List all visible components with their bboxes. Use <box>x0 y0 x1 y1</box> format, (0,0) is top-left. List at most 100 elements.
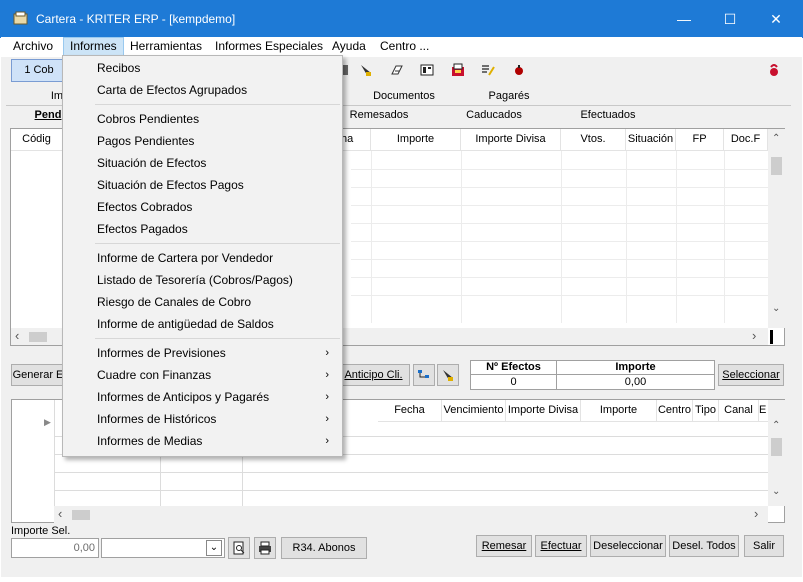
tab-pendientes[interactable]: Pend <box>31 107 65 124</box>
totals-panel: Nº Efectos Importe 0 0,00 <box>470 360 715 390</box>
menu-item-recibos[interactable]: Recibos <box>65 57 341 79</box>
menu-centro[interactable]: Centro ... <box>374 37 435 56</box>
scroll-thumb[interactable] <box>771 157 782 175</box>
scroll-thumb[interactable] <box>771 438 782 456</box>
column-header[interactable]: Situación <box>626 129 676 151</box>
tab-pagares[interactable]: Pagarés <box>479 88 539 105</box>
menu-item-antiguedad-saldos[interactable]: Informe de antigüedad de Saldos <box>65 313 341 335</box>
tool-icon-4[interactable] <box>420 63 434 77</box>
splitter-mark <box>770 330 773 344</box>
tool-icon-7[interactable] <box>512 63 526 77</box>
r34-abonos-button[interactable]: R34. Abonos <box>281 537 367 559</box>
tool-icon-5[interactable] <box>451 63 465 77</box>
column-header[interactable]: ha <box>341 129 371 151</box>
menu-item-efectos-pagados[interactable]: Efectos Pagados <box>65 218 341 240</box>
tool-icon-3[interactable] <box>390 63 404 77</box>
anticipo-cli-button[interactable]: Anticipo Cli. <box>337 364 410 386</box>
grid-line <box>561 151 562 323</box>
column-header[interactable]: Importe <box>371 129 461 151</box>
column-header[interactable]: Canal <box>719 400 759 422</box>
column-header[interactable]: Vencimiento <box>442 400 506 422</box>
scroll-thumb[interactable] <box>29 332 47 342</box>
row-indicator-icon: ▶ <box>44 417 51 427</box>
menu-item-riesgo-canales[interactable]: Riesgo de Canales de Cobro <box>65 291 341 313</box>
column-header[interactable]: Centro <box>657 400 693 422</box>
menu-item-cobros-pendientes[interactable]: Cobros Pendientes <box>65 108 341 130</box>
tab-remesados[interactable]: Remesados <box>349 107 409 124</box>
deseleccionar-button[interactable]: Deseleccionar <box>590 535 666 557</box>
salir-button[interactable]: Salir <box>744 535 784 557</box>
efectuar-button[interactable]: Efectuar <box>535 535 587 557</box>
menu-item-historicos[interactable]: Informes de Históricos › <box>65 408 341 430</box>
menu-item-listado-tesoreria[interactable]: Listado de Tesorería (Cobros/Pagos) <box>65 269 341 291</box>
print-button[interactable] <box>254 537 276 559</box>
importe-header: Importe <box>557 361 714 375</box>
scroll-left-icon[interactable]: ‹ <box>58 506 62 521</box>
menu-informes[interactable]: Informes <box>63 37 124 56</box>
pencil-icon-button[interactable] <box>437 364 459 386</box>
desel-todos-button[interactable]: Desel. Todos <box>669 535 739 557</box>
preview-button[interactable] <box>228 537 250 559</box>
cobros-toolbar-button[interactable]: 1 Cob <box>11 59 67 82</box>
tree-icon-button[interactable] <box>413 364 435 386</box>
minimize-button[interactable]: — <box>661 6 707 32</box>
column-header[interactable]: Tipo <box>693 400 719 422</box>
grid-line <box>351 223 768 224</box>
generar-button[interactable]: Generar E <box>11 364 65 386</box>
menu-item-efectos-cobrados[interactable]: Efectos Cobrados <box>65 196 341 218</box>
menu-item-previsiones[interactable]: Informes de Previsiones › <box>65 342 341 364</box>
help-icon[interactable] <box>767 63 781 77</box>
menu-item-carta-efectos[interactable]: Carta de Efectos Agrupados <box>65 79 341 101</box>
column-header[interactable]: FP <box>676 129 724 151</box>
menu-item-cartera-vendedor[interactable]: Informe de Cartera por Vendedor <box>65 247 341 269</box>
seleccionar-button[interactable]: Seleccionar <box>718 364 784 386</box>
tab-efectuados[interactable]: Efectuados <box>576 107 640 124</box>
tool-icon-2[interactable] <box>359 63 373 77</box>
column-header[interactable]: Importe Divisa <box>506 400 581 422</box>
menu-separator <box>95 338 340 339</box>
vertical-scrollbar[interactable]: ⌃ ⌄ <box>768 400 785 506</box>
scroll-left-icon[interactable]: ‹ <box>15 328 19 343</box>
remesar-button[interactable]: Remesar <box>476 535 532 557</box>
selection-combo[interactable]: ⌄ <box>101 538 225 558</box>
scroll-right-icon[interactable]: › <box>752 328 756 343</box>
menu-bar: Archivo Informes Herramientas Informes E… <box>1 37 802 57</box>
column-header[interactable]: Doc.F <box>724 129 768 151</box>
scroll-thumb[interactable] <box>72 510 90 520</box>
scroll-up-icon[interactable]: ⌃ <box>772 133 780 144</box>
scroll-up-icon[interactable]: ⌃ <box>772 420 780 431</box>
menu-item-situacion-efectos[interactable]: Situación de Efectos <box>65 152 341 174</box>
tab-documentos[interactable]: Documentos <box>369 88 439 105</box>
title-bar[interactable]: Cartera - KRITER ERP - [kempdemo] — ☐ ✕ <box>0 0 803 38</box>
column-header[interactable]: Vtos. <box>561 129 626 151</box>
horizontal-scrollbar[interactable]: ‹ › <box>54 506 768 523</box>
scroll-down-icon[interactable]: ⌄ <box>772 486 780 497</box>
informes-dropdown: Recibos Carta de Efectos Agrupados Cobro… <box>62 55 343 457</box>
submenu-arrow-icon: › <box>325 369 329 381</box>
menu-item-cuadre-finanzas[interactable]: Cuadre con Finanzas › <box>65 364 341 386</box>
tool-icon-6[interactable] <box>481 63 495 77</box>
grid-line <box>351 241 768 242</box>
chevron-down-icon[interactable]: ⌄ <box>206 540 222 556</box>
menu-ayuda[interactable]: Ayuda <box>326 37 372 56</box>
grid-line <box>724 151 725 323</box>
menu-herramientas[interactable]: Herramientas <box>124 37 208 56</box>
menu-item-situacion-efectos-pagos[interactable]: Situación de Efectos Pagos <box>65 174 341 196</box>
tab-caducados[interactable]: Caducados <box>463 107 525 124</box>
vertical-scrollbar[interactable]: ⌃ ⌄ <box>768 129 785 328</box>
menu-item-pagos-pendientes[interactable]: Pagos Pendientes <box>65 130 341 152</box>
column-header[interactable]: Importe Divisa <box>461 129 561 151</box>
scroll-down-icon[interactable]: ⌄ <box>772 303 780 314</box>
close-button[interactable]: ✕ <box>753 6 799 32</box>
menu-informes-especiales[interactable]: Informes Especiales <box>209 37 329 56</box>
menu-archivo[interactable]: Archivo <box>7 37 59 56</box>
grid-line <box>54 472 769 473</box>
column-header[interactable]: Códig <box>11 129 63 151</box>
maximize-button[interactable]: ☐ <box>707 6 753 32</box>
scroll-right-icon[interactable]: › <box>754 506 758 521</box>
menu-item-medias[interactable]: Informes de Medias › <box>65 430 341 452</box>
importe-sel-field[interactable]: 0,00 <box>11 538 99 558</box>
column-header[interactable]: Fecha <box>378 400 442 422</box>
column-header[interactable]: Importe <box>581 400 657 422</box>
menu-item-anticipos-pagares[interactable]: Informes de Anticipos y Pagarés › <box>65 386 341 408</box>
